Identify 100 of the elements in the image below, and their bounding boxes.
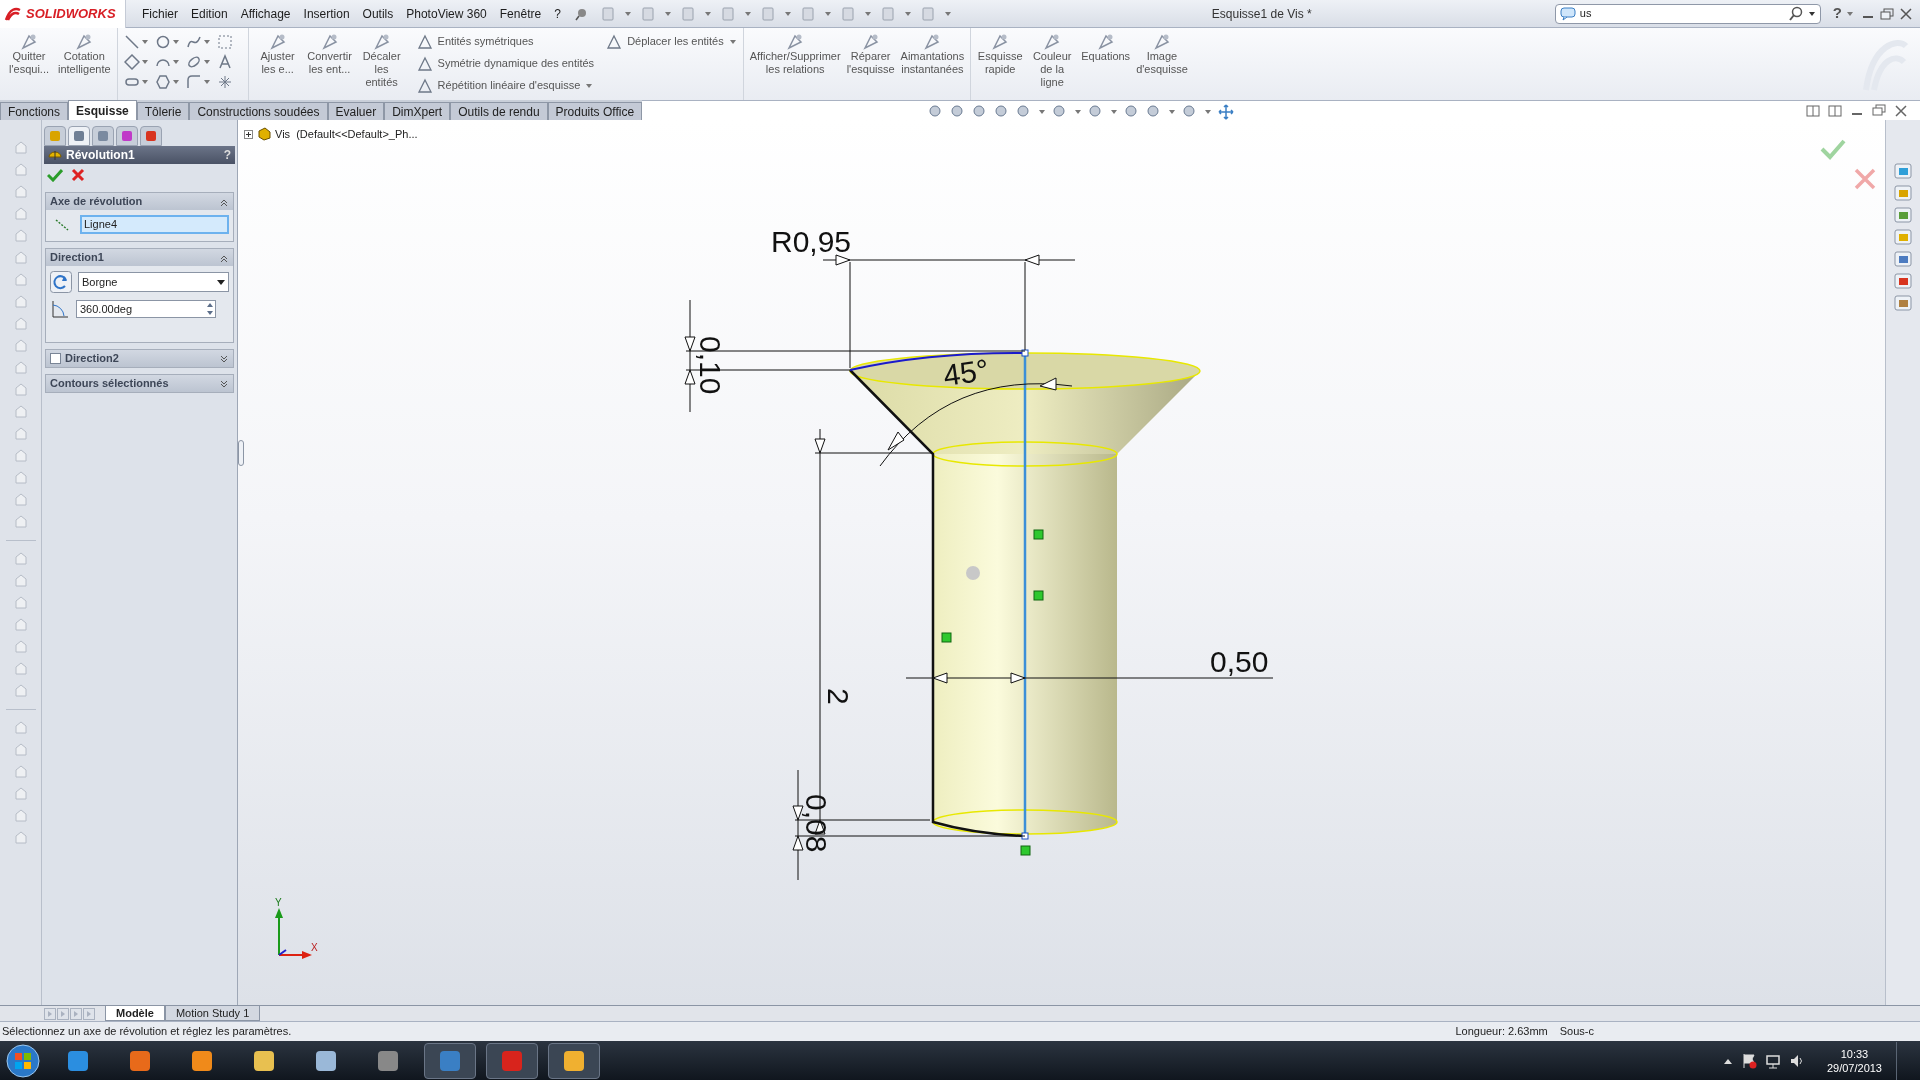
tab[interactable]: DimXpert bbox=[384, 102, 451, 120]
sketch-tool-icon[interactable] bbox=[154, 34, 171, 50]
restore-icon[interactable] bbox=[1872, 104, 1886, 118]
close-icon[interactable] bbox=[1894, 104, 1908, 118]
menu-item[interactable]: Edition bbox=[191, 4, 228, 23]
menu-item[interactable]: Affichage bbox=[240, 4, 291, 23]
menu-item[interactable]: Outils bbox=[362, 4, 394, 23]
search-icon[interactable] bbox=[1787, 5, 1804, 22]
sketch-tool-icon[interactable] bbox=[123, 34, 140, 50]
panel-tab[interactable] bbox=[68, 126, 90, 146]
tab[interactable]: Produits Office bbox=[547, 102, 643, 120]
axis-line-icon bbox=[54, 217, 70, 232]
tab[interactable]: Modèle bbox=[105, 1006, 165, 1021]
tab[interactable]: Evaluer bbox=[327, 102, 385, 120]
command-button[interactable]: Décaler les entités bbox=[358, 32, 405, 89]
dimension-value[interactable]: 0,08 bbox=[800, 794, 833, 853]
command-button[interactable]: Equations bbox=[1081, 32, 1131, 63]
dimension-value[interactable]: R0,95 bbox=[771, 225, 852, 258]
sketch-tool-icon[interactable] bbox=[185, 54, 202, 70]
search-field[interactable]: us bbox=[1554, 3, 1821, 24]
menu-item[interactable]: Fichier bbox=[142, 4, 178, 23]
section-title: Direction2 bbox=[65, 351, 120, 367]
cancel-x-icon[interactable] bbox=[71, 168, 85, 182]
dimension-line[interactable] bbox=[792, 769, 1026, 881]
command-button[interactable]: Quitter l'esqui... bbox=[6, 32, 52, 76]
sketch-tool-icon[interactable] bbox=[216, 74, 233, 90]
feature-tree-item[interactable]: Vis (Default<<Default>_Ph... bbox=[275, 126, 418, 143]
split-view-icon[interactable] bbox=[1806, 104, 1820, 118]
sketch-tool-icon[interactable] bbox=[154, 74, 171, 90]
command-button[interactable]: Couleur de la ligne bbox=[1029, 32, 1076, 89]
help-button[interactable]: ? bbox=[223, 146, 231, 164]
status-field: Sous-c bbox=[1559, 1023, 1594, 1040]
command-button[interactable]: Image d'esquisse bbox=[1136, 32, 1188, 76]
section-header[interactable]: Axe de révolution bbox=[46, 193, 233, 210]
dimension-line[interactable] bbox=[684, 299, 1026, 413]
tab[interactable]: Fonctions bbox=[0, 102, 69, 120]
command-button[interactable]: Ajuster les e... bbox=[254, 32, 301, 76]
split-view-icon[interactable] bbox=[1828, 104, 1842, 118]
command-button[interactable]: Afficher/Supprimer les relations bbox=[749, 32, 841, 76]
command-button[interactable]: Réparer l'esquisse bbox=[846, 32, 895, 76]
tab[interactable]: Constructions soudées bbox=[189, 102, 328, 120]
command-button[interactable]: Cotation intelligente bbox=[58, 32, 111, 76]
tab[interactable]: Outils de rendu bbox=[450, 102, 548, 120]
command-list-item[interactable]: Déplacer les entités bbox=[606, 32, 737, 51]
menu-item[interactable]: ? bbox=[554, 4, 561, 23]
reverse-direction-icon[interactable] bbox=[50, 271, 72, 293]
action-center-flag-icon[interactable] bbox=[1740, 1052, 1757, 1069]
axis-input-field[interactable]: Ligne4 bbox=[80, 215, 229, 234]
close-icon[interactable] bbox=[1900, 7, 1912, 20]
command-icon bbox=[416, 55, 433, 72]
confirm-checkmark-icon[interactable] bbox=[1820, 138, 1846, 160]
spin-arrows-icon[interactable] bbox=[205, 301, 215, 317]
sketch-tool-icon[interactable] bbox=[123, 54, 140, 70]
sketch-tool-icon[interactable] bbox=[185, 34, 202, 50]
command-icon bbox=[319, 32, 340, 50]
pin-icon[interactable] bbox=[573, 6, 588, 21]
axis-label: X bbox=[311, 942, 318, 953]
sketch-tool-icon[interactable] bbox=[216, 54, 233, 70]
start-orb-icon[interactable] bbox=[4, 1042, 42, 1079]
menu-item[interactable]: PhotoView 360 bbox=[406, 4, 487, 23]
command-list-item[interactable]: Répétition linéaire d'esquisse bbox=[416, 76, 595, 95]
section-header[interactable]: Direction1 bbox=[46, 249, 233, 266]
end-condition-dropdown[interactable]: Borgne bbox=[78, 272, 229, 292]
sketch-tool-icon[interactable] bbox=[216, 34, 233, 50]
command-list-item[interactable]: Entités symétriques bbox=[416, 32, 595, 51]
command-button[interactable]: Aimantations instantanées bbox=[900, 32, 965, 76]
checkbox[interactable] bbox=[50, 353, 61, 364]
taskbar-button[interactable] bbox=[548, 1042, 600, 1079]
menu-item[interactable]: Fenêtre bbox=[499, 4, 542, 23]
dimension-value[interactable]: 2 bbox=[822, 688, 855, 705]
cancel-x-icon[interactable] bbox=[1854, 168, 1876, 190]
network-icon[interactable] bbox=[1764, 1052, 1781, 1069]
tab[interactable]: Motion Study 1 bbox=[164, 1006, 261, 1021]
pan-icon[interactable] bbox=[1218, 104, 1234, 120]
section-header[interactable]: Direction2 bbox=[46, 350, 233, 367]
expand-plus-icon[interactable] bbox=[244, 129, 253, 139]
command-button[interactable]: Convertir les ent... bbox=[306, 32, 353, 76]
section-header[interactable]: Contours sélectionnés bbox=[46, 375, 233, 392]
caret-icon bbox=[217, 278, 225, 286]
panel-splitter-handle[interactable] bbox=[238, 440, 244, 466]
tab[interactable]: Tôlerie bbox=[136, 102, 190, 120]
dimension-value[interactable]: 0,50 bbox=[1210, 645, 1269, 678]
ok-checkmark-icon[interactable] bbox=[47, 168, 63, 182]
sketch-tool-icon[interactable] bbox=[185, 74, 202, 90]
dimension-value[interactable]: 45° bbox=[941, 352, 991, 392]
dimension-value[interactable]: 0,10 bbox=[694, 336, 727, 395]
angle-spin-field[interactable]: 360.00deg bbox=[76, 300, 216, 318]
help-button[interactable]: ? bbox=[1828, 2, 1846, 25]
caret-icon[interactable] bbox=[1807, 9, 1816, 18]
command-list-item[interactable]: Symétrie dynamique des entités bbox=[416, 54, 595, 73]
panel-tab[interactable] bbox=[140, 126, 162, 146]
tab[interactable]: Esquisse bbox=[68, 100, 137, 120]
command-icon bbox=[19, 32, 39, 50]
panel-tab[interactable] bbox=[116, 126, 138, 146]
menu-item[interactable]: Insertion bbox=[303, 4, 350, 23]
clock[interactable]: 10:33 29/07/2013 bbox=[1826, 1046, 1882, 1075]
app-logo: SOLIDWORKS bbox=[26, 4, 116, 23]
restore-icon[interactable] bbox=[1880, 7, 1894, 20]
panel-tab[interactable] bbox=[92, 126, 114, 146]
command-button[interactable]: Esquisse rapide bbox=[977, 32, 1024, 76]
